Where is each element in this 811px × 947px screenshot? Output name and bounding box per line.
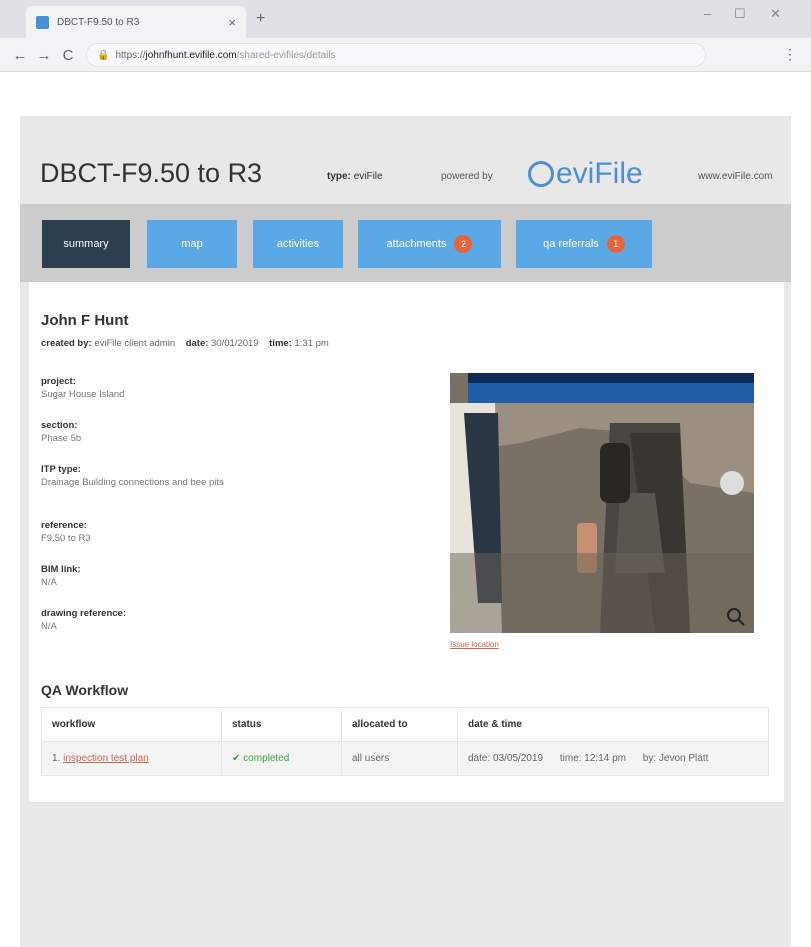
evifile-header: DBCT-F9.50 to R3 type: eviFile powered b… <box>20 116 791 204</box>
field-value: Sugar House Island <box>41 389 125 400</box>
attachments-count-badge: 2 <box>454 235 473 253</box>
browser-tab-title: DBCT-F9.50 to R3 <box>57 16 140 28</box>
field-value: N/A <box>41 621 57 632</box>
field-bim-link: BIM link: N/A <box>41 564 81 588</box>
excavation-photo-illustration <box>450 373 754 633</box>
page-title: DBCT-F9.50 to R3 <box>40 158 263 188</box>
new-tab-icon[interactable]: + <box>256 10 265 28</box>
col-workflow: workflow <box>41 707 222 742</box>
browser-menu-icon[interactable]: ⋮ <box>783 46 797 63</box>
type-value: eviFile <box>353 171 383 182</box>
back-icon[interactable]: ← <box>8 47 32 64</box>
created-by-key: created by: <box>41 338 92 349</box>
inspection-photo[interactable] <box>450 373 754 633</box>
maximize-icon[interactable]: ☐ <box>734 6 746 22</box>
date-value: 30/01/2019 <box>211 338 259 349</box>
browser-tab[interactable]: DBCT-F9.50 to R3 × <box>26 6 246 38</box>
address-bar[interactable]: 🔒 https:// johnfhunt.evifile.com /shared… <box>86 43 706 67</box>
field-project: project: Sugar House Island <box>41 376 124 400</box>
status-text: completed <box>243 753 290 764</box>
field-value: Phase 5b <box>41 433 82 444</box>
field-section: section: Phase 5b <box>41 420 81 444</box>
tab-activities[interactable]: activities <box>253 220 343 268</box>
table-row: 1. inspection test plan ✔ completed all … <box>41 741 769 776</box>
reload-icon[interactable]: C <box>56 47 80 64</box>
qa-workflow-table: workflow status allocated to date & time… <box>41 707 769 776</box>
tab-map-label: map <box>181 238 203 250</box>
created-meta: created by: eviFile client admin date: 3… <box>41 338 329 349</box>
tab-summary-label: summary <box>63 238 109 250</box>
col-allocated: allocated to <box>341 707 458 742</box>
minimize-icon[interactable]: – <box>704 6 711 21</box>
browser-tab-bar: DBCT-F9.50 to R3 × + – ☐ ✕ <box>0 0 811 38</box>
field-label: section: <box>41 420 78 431</box>
status-cell: ✔ completed <box>221 741 342 776</box>
field-label: ITP type: <box>41 464 81 475</box>
tab-attachments[interactable]: attachments 2 <box>358 220 501 268</box>
field-value: Drainage Building connections and bee pi… <box>41 477 224 488</box>
time-value: 1:31 pm <box>294 338 329 349</box>
field-label: reference: <box>41 520 87 531</box>
qa-workflow-title: QA Workflow <box>41 682 129 698</box>
allocated-cell: all users <box>341 741 458 776</box>
row-date: date: 03/05/2019 <box>468 753 544 764</box>
type-label: type: eviFile <box>327 171 383 182</box>
check-icon: ✔ <box>232 753 241 764</box>
workflow-cell: 1. inspection test plan <box>41 741 222 776</box>
favicon-icon <box>36 15 49 29</box>
nav-tabs: summary map activities attachments 2 qa r… <box>20 204 791 282</box>
person-name: John F Hunt <box>41 312 129 329</box>
address-row: ← → C 🔒 https:// johnfhunt.evifile.com /… <box>0 38 811 72</box>
col-status: status <box>221 707 342 742</box>
issue-location-link[interactable]: Issue location <box>450 640 499 649</box>
forward-icon[interactable]: → <box>32 47 56 64</box>
url-path: /shared-evifiles/details <box>236 49 336 61</box>
workflow-link[interactable]: inspection test plan <box>63 753 149 764</box>
field-value: F9.50 to R3 <box>41 533 91 544</box>
tab-activities-label: activities <box>276 238 320 250</box>
date-time-cell: date: 03/05/2019 time: 12:14 pm by: Jevo… <box>457 741 769 776</box>
url-scheme: https:// <box>115 49 146 61</box>
tab-attachments-label: attachments <box>386 238 447 250</box>
logo-mark-icon <box>528 161 554 187</box>
url-host: johnfhunt.evifile.com <box>145 49 237 61</box>
logo-text: eviFile <box>556 157 643 190</box>
tab-qa-referrals-label: qa referrals <box>543 238 599 250</box>
lock-icon: 🔒 <box>97 49 110 61</box>
browser-chrome: DBCT-F9.50 to R3 × + – ☐ ✕ ← → C 🔒 https… <box>0 0 811 72</box>
qa-referrals-count-badge: 1 <box>606 235 625 253</box>
close-tab-icon[interactable]: × <box>228 15 236 30</box>
field-reference: reference: F9.50 to R3 <box>41 520 91 544</box>
field-label: drawing reference: <box>41 608 126 619</box>
row-time: time: 12:14 pm <box>559 753 627 764</box>
close-window-icon[interactable]: ✕ <box>770 6 781 22</box>
col-date-time: date & time <box>457 707 769 742</box>
row-by: by: Jevon Platt <box>642 753 709 764</box>
tab-summary[interactable]: summary <box>42 220 130 268</box>
evifile-logo: eviFile <box>528 154 643 194</box>
field-drawing-reference: drawing reference: N/A <box>41 608 126 632</box>
tab-map[interactable]: map <box>147 220 237 268</box>
field-value: N/A <box>41 577 57 588</box>
time-key: time: <box>269 338 292 349</box>
type-key: type: <box>327 171 351 182</box>
created-by-value: eviFile client admin <box>94 338 176 349</box>
field-label: project: <box>41 376 76 387</box>
powered-by-label: powered by <box>441 171 493 182</box>
row-index: 1. <box>52 753 61 764</box>
tab-qa-referrals[interactable]: qa referrals 1 <box>516 220 652 268</box>
summary-panel: John F Hunt created by: eviFile client a… <box>29 282 784 802</box>
field-label: BIM link: <box>41 564 81 575</box>
site-link[interactable]: www.eviFile.com <box>698 171 772 182</box>
field-itp-type: ITP type: Drainage Building connections … <box>41 464 251 488</box>
table-header-row: workflow status allocated to date & time <box>41 707 769 742</box>
date-key: date: <box>185 338 209 349</box>
